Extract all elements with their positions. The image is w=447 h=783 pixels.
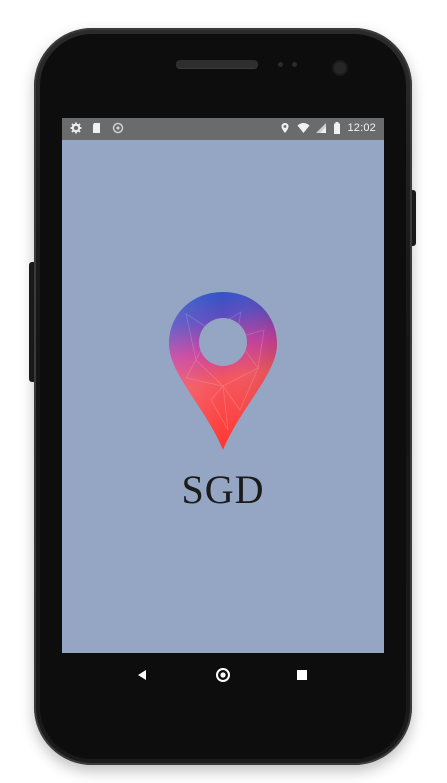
battery-icon <box>333 122 341 134</box>
earpiece-speaker <box>176 60 258 68</box>
front-camera <box>334 62 346 74</box>
navigation-bar <box>62 653 384 697</box>
home-icon[interactable] <box>213 665 233 685</box>
settings-icon <box>70 122 82 134</box>
location-icon <box>279 122 291 134</box>
screen: 12:02 SGD <box>62 118 384 653</box>
sync-icon <box>112 122 124 134</box>
status-bar: 12:02 <box>62 118 384 140</box>
status-right-icons: 12:02 <box>279 122 376 134</box>
recents-icon[interactable] <box>292 665 312 685</box>
light-sensor <box>292 62 297 67</box>
proximity-sensor <box>278 62 283 67</box>
page: 12:02 SGD <box>0 0 447 783</box>
map-pin-icon <box>166 290 280 452</box>
back-icon[interactable] <box>132 665 152 685</box>
app-name: SGD <box>181 467 265 512</box>
status-left-icons <box>70 122 124 134</box>
status-time: 12:02 <box>347 122 376 134</box>
wifi-icon <box>297 122 310 134</box>
signal-icon <box>315 122 327 134</box>
sd-card-icon <box>91 122 103 134</box>
